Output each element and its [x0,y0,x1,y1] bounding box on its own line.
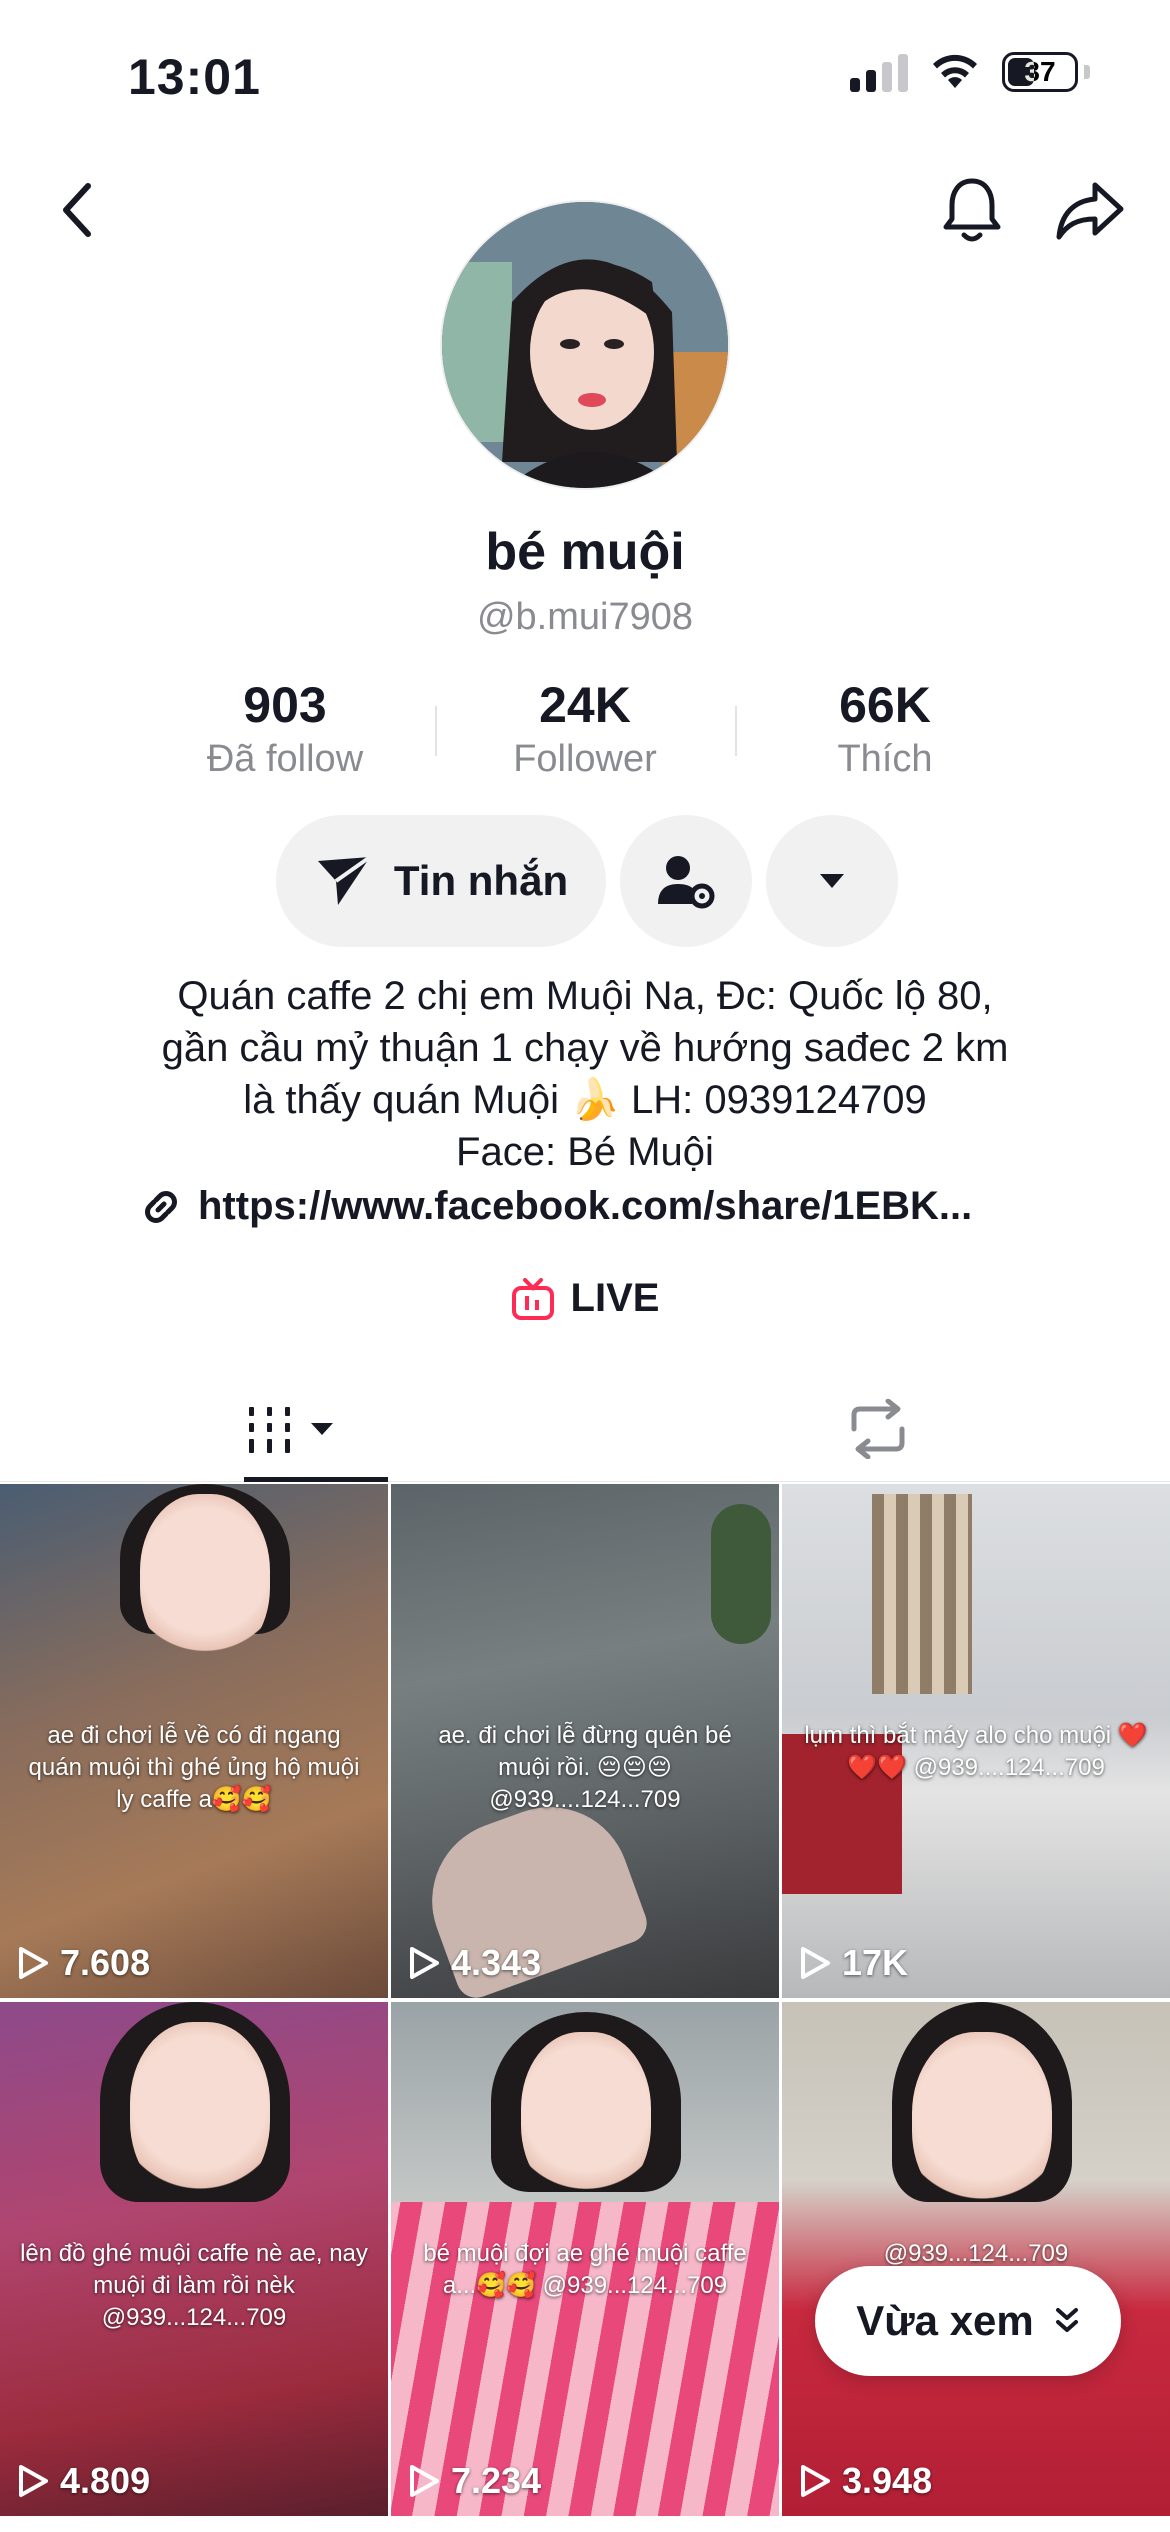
video-views: 4.809 [16,2460,150,2502]
video-grid-icon [248,1406,333,1453]
user-gear-icon [658,856,715,909]
share-arrow-icon [1056,182,1124,240]
stat-followers[interactable]: 24K Follower [435,676,735,781]
video-views: 4.343 [407,1942,541,1984]
battery-level: 37 [1024,56,1056,87]
stat-following[interactable]: 903 Đã follow [135,676,435,781]
profile-actions: Tin nhắn [276,815,898,947]
wifi-icon [933,54,977,88]
video-tile[interactable]: ae. đi chơi lễ đừng quên bé muội rồi. 😔😔… [391,1484,779,1998]
more-options-dropdown[interactable] [766,815,898,947]
back-button[interactable] [38,170,118,250]
battery-nub [1084,65,1090,79]
video-view-count: 17K [842,1942,909,1983]
bell-icon [943,178,1001,242]
message-button-label: Tin nhắn [393,857,569,904]
video-caption: lên đồ ghé muội caffe nè ae, nay muội đi… [20,2240,368,2332]
bio-line: gần cầu mỷ thuận 1 chạy về hướng sađec 2… [161,1026,1009,1070]
profile-avatar[interactable] [440,200,730,490]
live-label: LIVE [570,1276,660,1320]
send-icon [317,855,372,905]
profile-handle: @b.mui7908 [476,596,694,638]
video-caption: lụm thì bắt máy alo cho muội ❤️❤️❤️ @939… [804,1722,1148,1782]
video-tile[interactable]: ae đi chơi lễ về có đi ngang quán muội t… [0,1484,388,1998]
content-tabs [0,1376,1170,1482]
bio-line: là thấy quán Muội 🍌 LH: 0939124709 [243,1078,927,1122]
repost-icon [851,1398,904,1459]
cellular-signal-icon [850,52,908,92]
play-icon [801,1947,830,1979]
video-tile[interactable]: lên đồ ghé muội caffe nè ae, nay muội đi… [0,2002,388,2516]
video-tile[interactable]: lụm thì bắt máy alo cho muội ❤️❤️❤️ @939… [782,1484,1170,1998]
stat-followers-label: Follower [513,738,657,780]
profile-link-text: https://www.facebook.com/share/1EBK... [198,1184,973,1228]
video-view-count: 4.809 [60,2460,151,2501]
status-icons: 37 [850,52,1090,92]
play-icon [19,2465,48,2497]
link-icon [145,1190,177,1223]
tab-videos[interactable] [0,1376,585,1482]
video-caption: ae đi chơi lễ về có đi ngang quán muội t… [28,1722,360,1814]
stat-likes-label: Thích [837,738,933,780]
live-tv-icon [511,1277,554,1320]
profile-stats: 903 Đã follow 24K Follower 66K Thích [135,676,1035,781]
play-icon [410,1947,439,1979]
notification-button[interactable] [932,170,1012,250]
video-view-count: 4.343 [451,1942,542,1983]
recently-watched-label: Vừa xem [856,2297,1034,2344]
video-views: 3.948 [798,2460,932,2502]
video-view-count: 7.608 [60,1942,151,1983]
video-tile[interactable]: @939...124...709 3.948 [782,2002,1170,2516]
double-chevron-down-icon [1055,2308,1078,2332]
caret-down-icon [820,874,844,888]
profile-link[interactable]: https://www.facebook.com/share/1EBK... [140,1184,1040,1229]
video-view-count: 7.234 [451,2460,542,2501]
video-views: 7.234 [407,2460,541,2502]
tab-reposts[interactable] [585,1376,1170,1481]
stat-followers-value: 24K [539,677,631,733]
stat-likes-value: 66K [839,677,931,733]
video-views: 17K [798,1942,908,1984]
recently-watched-button[interactable]: Vừa xem [815,2266,1121,2376]
play-icon [19,1947,48,1979]
stat-likes[interactable]: 66K Thích [735,676,1035,781]
video-caption: bé muội đợi ae ghé muội caffe a...🥰🥰 @93… [423,2240,747,2300]
battery-icon: 37 [1002,52,1078,92]
avatar-photo [442,202,728,488]
message-button[interactable]: Tin nhắn [276,815,606,947]
profile-settings-button[interactable] [620,815,752,947]
chevron-left-icon [63,183,91,237]
video-tile[interactable]: bé muội đợi ae ghé muội caffe a...🥰🥰 @93… [391,2002,779,2516]
video-caption: ae. đi chơi lễ đừng quên bé muội rồi. 😔😔… [438,1722,732,1814]
stat-following-value: 903 [243,677,327,733]
status-bar: 13:01 37 [0,0,1170,150]
live-button[interactable]: LIVE [0,1276,1170,1321]
bio-line: Face: Bé Muội [456,1130,714,1174]
play-icon [410,2465,439,2497]
video-views: 7.608 [16,1942,150,1984]
profile-display-name: bé muội [485,523,685,581]
status-time: 13:01 [128,49,261,105]
play-icon [801,2465,830,2497]
stat-following-label: Đã follow [206,738,364,780]
profile-bio: Quán caffe 2 chị em Muội Na, Đc: Quốc lộ… [100,970,1070,1178]
video-view-count: 3.948 [842,2460,933,2501]
share-button[interactable] [1050,170,1130,250]
bio-line: Quán caffe 2 chị em Muội Na, Đc: Quốc lộ… [177,974,993,1018]
